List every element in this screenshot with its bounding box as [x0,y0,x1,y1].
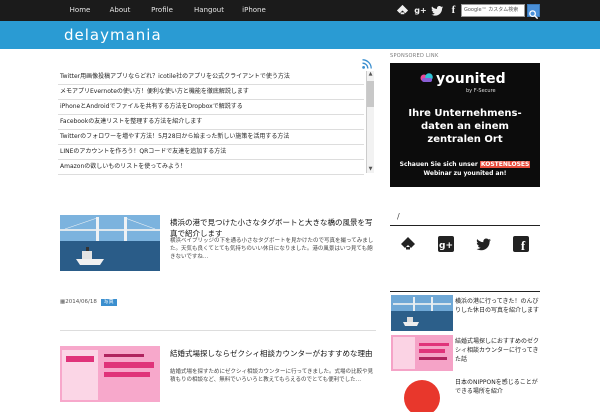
scroll-down-icon[interactable]: ▼ [367,166,374,173]
svg-text:g+: g+ [439,241,453,251]
site-title[interactable]: delaymania [64,26,162,44]
nav-item-hangout[interactable]: Hangout [187,0,231,21]
article-excerpt: 横浜ベイブリッジの下を通る小さなタグボートを見かけたので写真を撮ってみました。天… [170,238,374,260]
nav-item-iphone[interactable]: iPhone [234,0,274,21]
ad-footer: Schauen Sie sich unser KOSTENLOSES Webin… [390,160,540,178]
divider [390,225,540,226]
nav-item-profile[interactable]: Profile [142,0,182,21]
sponsored-ad[interactable]: younited by F-Secure Ihre Unternehmens- … [390,63,540,187]
sidebar-post[interactable]: 横浜の港に行ってきた！のんびりした休日の写真を紹介します [390,295,540,331]
facebook-icon[interactable]: f [513,236,529,252]
sidebar-post[interactable]: 日本のNIPPONを感じることができる場所を紹介 [390,376,540,412]
younited-logo-icon [420,73,433,82]
post-thumbnail[interactable] [391,295,453,331]
divider [390,291,540,292]
rss-icon[interactable] [362,59,372,69]
sidebar-post-title[interactable]: 日本のNIPPONを感じることができる場所を紹介 [455,378,540,396]
twitter-icon[interactable] [431,4,444,17]
nav-item-about[interactable]: About [100,0,140,21]
ad-headline-line: daten an einem [421,121,509,132]
feed-item[interactable]: Facebookの友達リストを整理する方法を紹介します [58,115,364,130]
article-thumbnail[interactable] [60,215,160,271]
ad-logo: younited [436,71,506,87]
search-icon [529,10,539,20]
facebook-icon[interactable]: f [447,4,460,17]
ad-sub: by F-Secure [466,88,496,94]
ad-footer-text: Webinar zu younited an! [423,170,507,177]
sidebar-post-title[interactable]: 結婚式場探しにおすすめのゼクシィ相談カウンターに行ってきた話 [455,337,540,364]
nav-item-home[interactable]: Home [60,0,100,21]
feed-item[interactable]: Amazonの欲しいものリストを使ってみよう！ [58,160,364,175]
google-plus-icon[interactable]: g+ [438,236,454,252]
sponsored-label: SPONSORED LINK [390,53,439,59]
sidebar-post[interactable]: 結婚式場探しにおすすめのゼクシィ相談カウンターに行ってきた話 [390,335,540,371]
feedly-icon[interactable] [396,4,409,17]
svg-text:f: f [521,238,526,252]
ad-headline: Ihre Unternehmens- daten an einem zentra… [390,107,540,146]
article-date: 2014/06/18 [65,299,97,305]
search-button[interactable] [527,4,540,20]
scroll-thumb[interactable] [367,81,374,107]
article-card: 横浜の港で見つけた小さなタグボートと大きな橋の風景を写真で紹介します 横浜ベイブ… [60,215,376,275]
top-nav: Home About Profile Hangout iPhone g+ f G… [0,0,600,21]
feed-list: Twitter用画像投稿アプリならどれ？icotile社のアプリを公式クライアン… [58,70,374,175]
post-thumbnail[interactable] [391,335,453,371]
ad-footer-highlight: KOSTENLOSES [479,161,531,168]
google-plus-icon[interactable]: g+ [414,4,427,17]
article-thumbnail[interactable] [60,346,160,402]
post-thumbnail[interactable] [391,376,453,412]
twitter-icon[interactable] [476,236,492,252]
feed-scrollbar[interactable]: ▲ ▼ [366,71,374,173]
article-title[interactable]: 結婚式場探しならゼクシィ相談カウンターがおすすめな理由 [170,348,376,359]
article-meta: ▦2014/06/18 写真 [60,299,117,306]
feed-item[interactable]: iPhoneとAndroidでファイルを共有する方法をDropboxで解説する [58,100,364,115]
ad-footer-text: Schauen Sie sich unser [399,161,480,168]
feed-item[interactable]: Twitterのフォロワーを増やす方法！5月28日から始まった新しい施策を活用す… [58,130,364,145]
brand-header: delaymania [0,21,600,49]
feed-item[interactable]: Twitter用画像投稿アプリならどれ？icotile社のアプリを公式クライアン… [58,70,364,85]
sidebar-heading: / [397,212,400,221]
sidebar-post-title[interactable]: 横浜の港に行ってきた！のんびりした休日の写真を紹介します [455,297,540,315]
ad-headline-line: zentralen Ort [427,134,503,145]
feed-item[interactable]: LINEのアカウントを作ろう！QRコードで友達を追加する方法 [58,145,364,160]
ad-headline-line: Ihre Unternehmens- [408,108,522,119]
feedly-icon[interactable] [400,236,416,252]
divider [60,330,376,331]
category-badge[interactable]: 写真 [100,299,117,306]
feed-item[interactable]: メモアプリEvernoteの使い方！便利な使い方と機能を徹底解説します [58,85,364,100]
article-excerpt: 結婚式場を探すためにゼクシィ相談カウンターに行ってきました。式場の比較や見積もり… [170,369,374,383]
article-card: 結婚式場探しならゼクシィ相談カウンターがおすすめな理由 結婚式場を探すためにゼク… [60,346,376,402]
article-title[interactable]: 横浜の港で見つけた小さなタグボートと大きな橋の風景を写真で紹介します [170,217,376,239]
scroll-up-icon[interactable]: ▲ [367,71,374,78]
search-input[interactable]: Google™ カスタム検索 [461,4,525,17]
